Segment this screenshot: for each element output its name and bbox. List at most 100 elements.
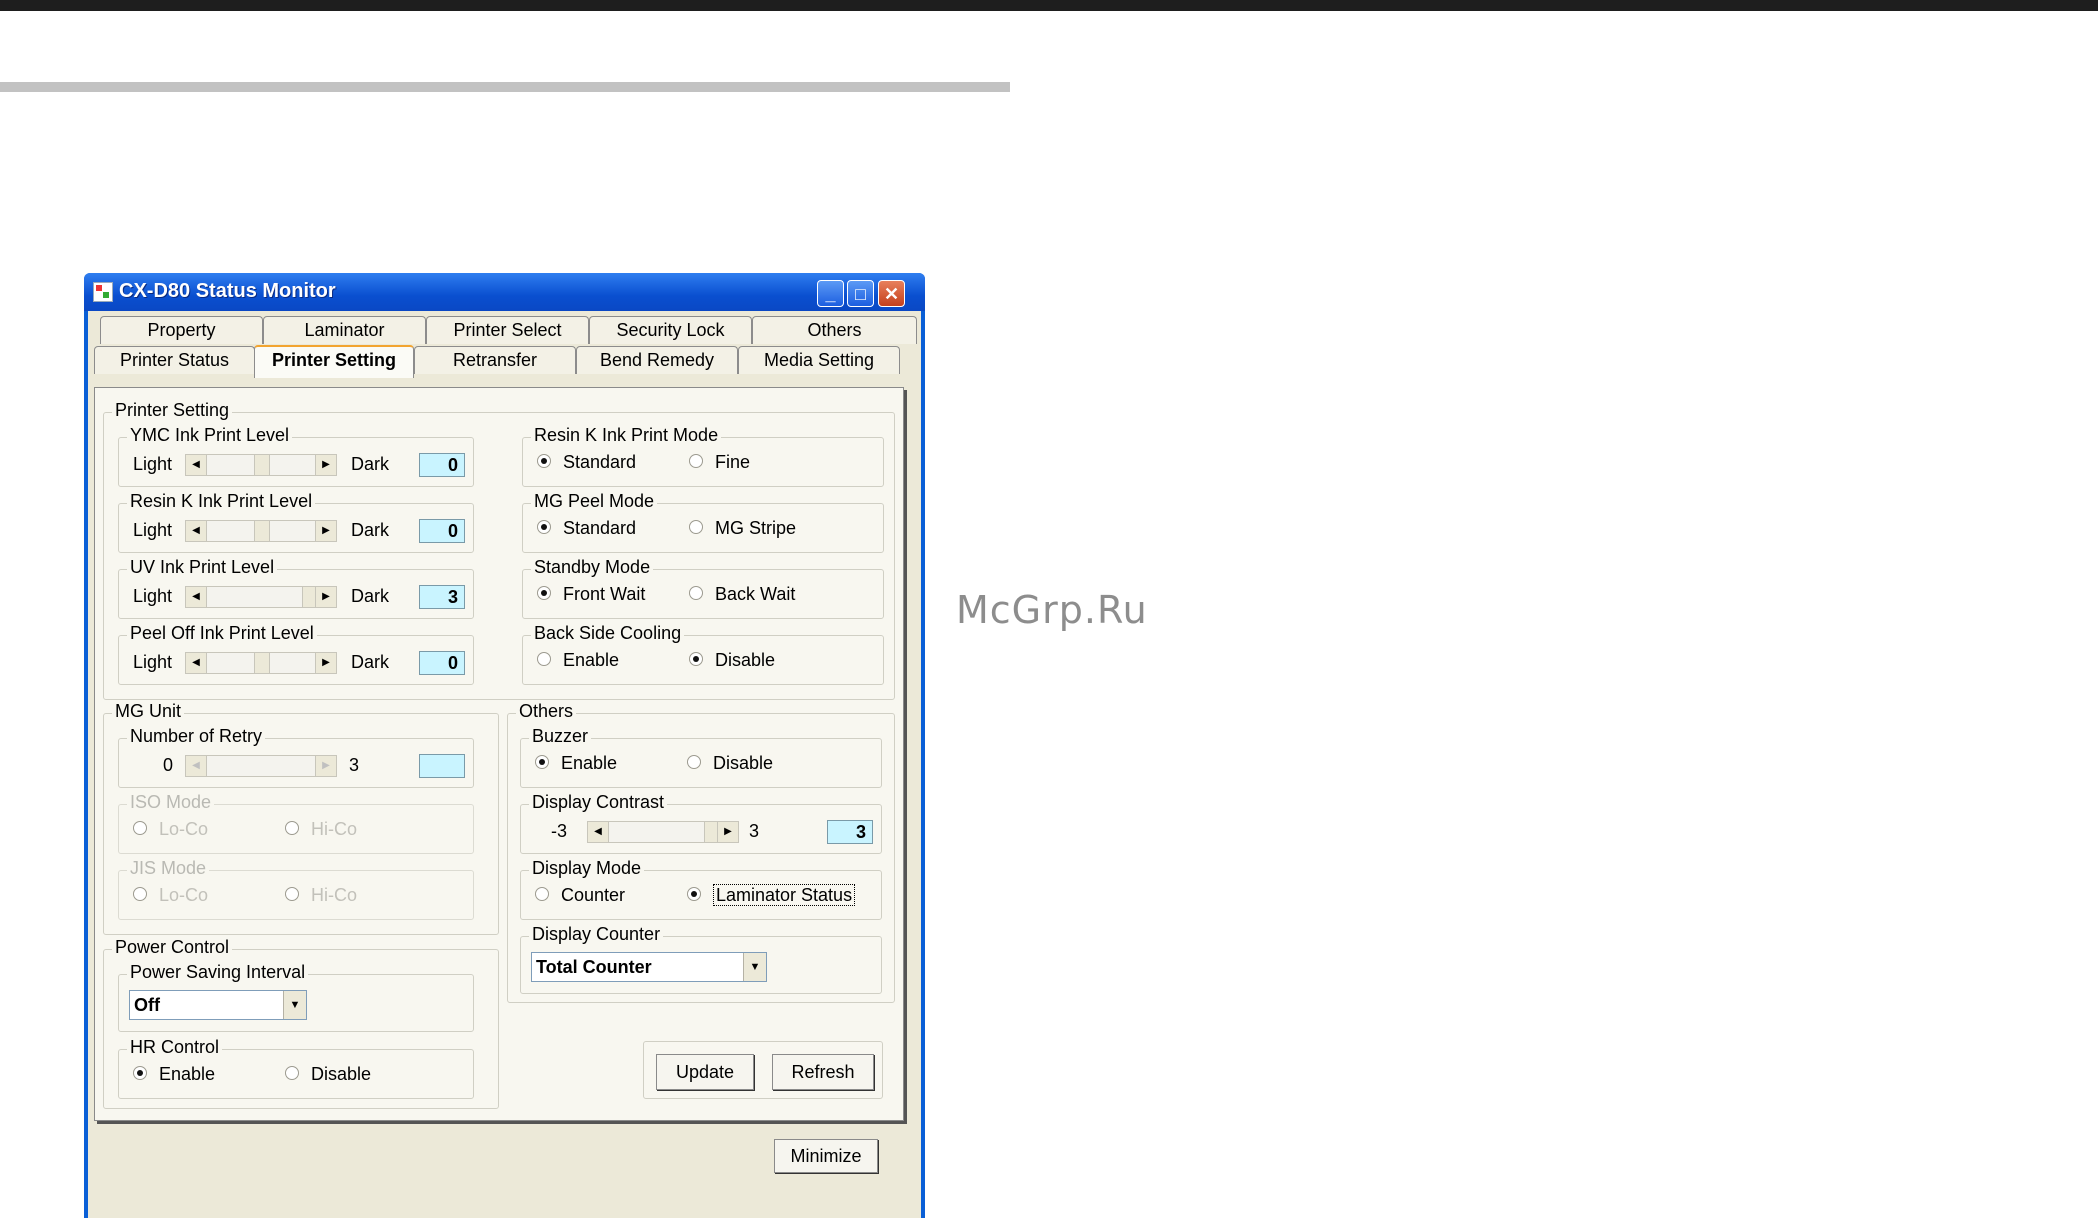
standby-label: Standby Mode	[531, 557, 654, 578]
peel-light-label: Light	[133, 652, 173, 672]
resin-mode-group: Resin K Ink Print Mode Standard Fine	[522, 425, 884, 487]
retry-min-label: 0	[163, 755, 174, 775]
power-saving-group: Power Saving Interval Off ▼	[118, 962, 474, 1032]
ymc-level-label: YMC Ink Print Level	[127, 425, 293, 446]
scroll-left-icon[interactable]: ◀	[186, 653, 207, 673]
display-laminator-radio[interactable]: Laminator Status	[687, 884, 856, 906]
resin-level-thumb[interactable]	[254, 521, 270, 541]
iso-mode-group: ISO Mode Lo-Co Hi-Co	[118, 792, 474, 854]
scroll-right-icon[interactable]: ▶	[717, 822, 738, 842]
peel-level-thumb[interactable]	[254, 653, 270, 673]
display-counter-select[interactable]: Total Counter ▼	[531, 952, 767, 982]
contrast-scrollbar[interactable]: ◀ ▶	[587, 821, 739, 843]
hr-control-group: HR Control Enable Disable	[118, 1037, 474, 1099]
jis-mode-group: JIS Mode Lo-Co Hi-Co	[118, 858, 474, 920]
power-control-label: Power Control	[112, 937, 233, 958]
scroll-left-icon[interactable]: ◀	[186, 756, 207, 776]
peel-level-scrollbar[interactable]: ◀ ▶	[185, 652, 337, 674]
jis-loco-radio: Lo-Co	[133, 885, 208, 905]
cooling-enable-radio[interactable]: Enable	[537, 650, 619, 670]
tab-printer-setting[interactable]: Printer Setting	[254, 345, 414, 378]
tab-printer-select[interactable]: Printer Select	[426, 316, 589, 344]
tab-media-setting[interactable]: Media Setting	[738, 346, 900, 374]
contrast-value: 3	[827, 820, 873, 844]
resin-level-scrollbar[interactable]: ◀ ▶	[185, 520, 337, 542]
scroll-left-icon[interactable]: ◀	[186, 521, 207, 541]
resin-level-label: Resin K Ink Print Level	[127, 491, 316, 512]
scroll-left-icon[interactable]: ◀	[186, 587, 207, 607]
ymc-level-thumb[interactable]	[254, 455, 270, 475]
refresh-button[interactable]: Refresh	[772, 1054, 874, 1090]
power-saving-select[interactable]: Off ▼	[129, 990, 307, 1020]
others-label: Others	[516, 701, 577, 722]
standby-front-radio[interactable]: Front Wait	[537, 584, 645, 604]
buzzer-group: Buzzer Enable Disable	[520, 726, 882, 788]
scroll-right-icon[interactable]: ▶	[315, 455, 336, 475]
jis-hico-radio: Hi-Co	[285, 885, 357, 905]
maximize-window-button[interactable]: □	[847, 280, 874, 307]
scroll-right-icon[interactable]: ▶	[315, 653, 336, 673]
iso-hico-radio: Hi-Co	[285, 819, 357, 839]
power-saving-value: Off	[134, 995, 160, 1015]
display-mode-label: Display Mode	[529, 858, 645, 879]
uv-dark-label: Dark	[351, 586, 390, 606]
chevron-down-icon[interactable]: ▼	[743, 953, 766, 981]
jis-mode-label: JIS Mode	[127, 858, 210, 879]
tab-others[interactable]: Others	[752, 316, 917, 344]
cooling-label: Back Side Cooling	[531, 623, 685, 644]
tab-bend-remedy[interactable]: Bend Remedy	[576, 346, 738, 374]
minimize-button[interactable]: Minimize	[774, 1139, 878, 1173]
peel-level-value: 0	[419, 651, 465, 675]
peel-level-label: Peel Off Ink Print Level	[127, 623, 317, 644]
ymc-level-scrollbar[interactable]: ◀ ▶	[185, 454, 337, 476]
title-bar[interactable]: CX-D80 Status Monitor _ □ ✕	[84, 273, 925, 311]
close-window-button[interactable]: ✕	[878, 280, 905, 307]
page-top-bar	[0, 0, 2098, 11]
resin-level-group: Resin K Ink Print Level Light ◀ ▶ Dark 0	[118, 491, 474, 553]
uv-light-label: Light	[133, 586, 173, 606]
chevron-down-icon[interactable]: ▼	[283, 991, 306, 1019]
retry-scrollbar[interactable]: ◀ ▶	[185, 755, 337, 777]
standby-group: Standby Mode Front Wait Back Wait	[522, 557, 884, 619]
ymc-dark-label: Dark	[351, 454, 390, 474]
cooling-group: Back Side Cooling Enable Disable	[522, 623, 884, 685]
update-button[interactable]: Update	[656, 1054, 754, 1090]
resin-mode-fine-radio[interactable]: Fine	[689, 452, 750, 472]
retry-value	[419, 754, 465, 778]
status-monitor-window: CX-D80 Status Monitor _ □ ✕ Property Lam…	[84, 273, 925, 1218]
mg-peel-label: MG Peel Mode	[531, 491, 658, 512]
tab-printer-status[interactable]: Printer Status	[94, 346, 255, 374]
scroll-right-icon[interactable]: ▶	[315, 521, 336, 541]
buzzer-disable-radio[interactable]: Disable	[687, 753, 773, 773]
mg-peel-standard-radio[interactable]: Standard	[537, 518, 636, 538]
resin-mode-standard-radio[interactable]: Standard	[537, 452, 636, 472]
scroll-right-icon[interactable]: ▶	[315, 587, 336, 607]
contrast-max-label: 3	[749, 821, 760, 841]
resin-level-value: 0	[419, 519, 465, 543]
hr-disable-radio[interactable]: Disable	[285, 1064, 371, 1084]
minimize-window-button[interactable]: _	[817, 280, 844, 307]
scroll-right-icon[interactable]: ▶	[315, 756, 336, 776]
tab-security-lock[interactable]: Security Lock	[589, 316, 752, 344]
window-title: CX-D80 Status Monitor	[119, 280, 336, 302]
scroll-left-icon[interactable]: ◀	[588, 822, 609, 842]
display-counter-radio[interactable]: Counter	[535, 885, 625, 905]
contrast-min-label: -3	[551, 821, 568, 841]
iso-mode-label: ISO Mode	[127, 792, 215, 813]
printer-setting-group: Printer Setting YMC Ink Print Level Ligh…	[103, 400, 895, 700]
buzzer-enable-radio[interactable]: Enable	[535, 753, 617, 773]
cooling-disable-radio[interactable]: Disable	[689, 650, 775, 670]
uv-level-label: UV Ink Print Level	[127, 557, 278, 578]
hr-enable-radio[interactable]: Enable	[133, 1064, 215, 1084]
tab-retransfer[interactable]: Retransfer	[414, 346, 576, 374]
standby-back-radio[interactable]: Back Wait	[689, 584, 795, 604]
uv-level-scrollbar[interactable]: ◀ ▶	[185, 586, 337, 608]
scroll-left-icon[interactable]: ◀	[186, 455, 207, 475]
mg-peel-stripe-radio[interactable]: MG Stripe	[689, 518, 796, 538]
hr-control-label: HR Control	[127, 1037, 223, 1058]
contrast-label: Display Contrast	[529, 792, 668, 813]
tab-laminator[interactable]: Laminator	[263, 316, 426, 344]
tab-property[interactable]: Property	[100, 316, 263, 344]
uv-level-group: UV Ink Print Level Light ◀ ▶ Dark 3	[118, 557, 474, 619]
display-counter-label: Display Counter	[529, 924, 664, 945]
